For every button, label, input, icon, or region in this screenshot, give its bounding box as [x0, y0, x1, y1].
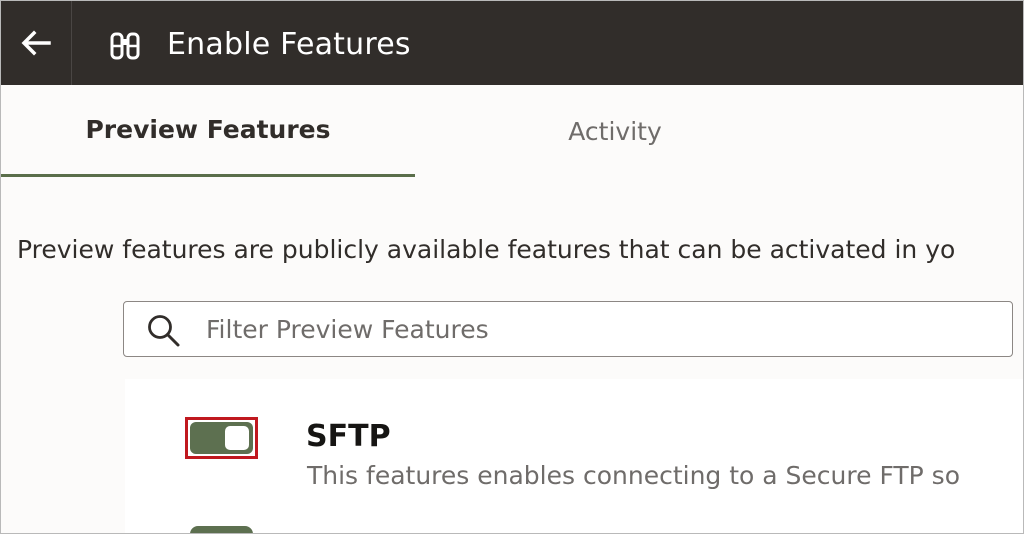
search-icon	[148, 315, 180, 347]
feature-list: SFTP This features enables connecting to…	[125, 379, 1023, 533]
tab-activity[interactable]: Activity	[415, 85, 815, 177]
tab-preview-features[interactable]: Preview Features	[1, 85, 415, 177]
sftp-toggle[interactable]	[190, 422, 253, 454]
page-title: Enable Features	[167, 27, 411, 62]
binoculars-icon	[110, 32, 140, 60]
search-input[interactable]	[206, 308, 996, 350]
feature-description: This features enables connecting to a Se…	[307, 461, 961, 490]
app-window: Enable Features Preview Features Activit…	[0, 0, 1024, 534]
search-box	[123, 301, 1013, 357]
feature-2-toggle[interactable]	[190, 526, 253, 533]
back-button[interactable]	[1, 1, 72, 85]
feature-name: SFTP	[306, 419, 391, 454]
arrow-left-icon	[21, 30, 51, 56]
toggle-knob	[225, 426, 249, 450]
page-header: Enable Features	[1, 1, 1023, 85]
tab-bar: Preview Features Activity	[1, 85, 1023, 177]
preview-description: Preview features are publicly available …	[17, 235, 956, 264]
